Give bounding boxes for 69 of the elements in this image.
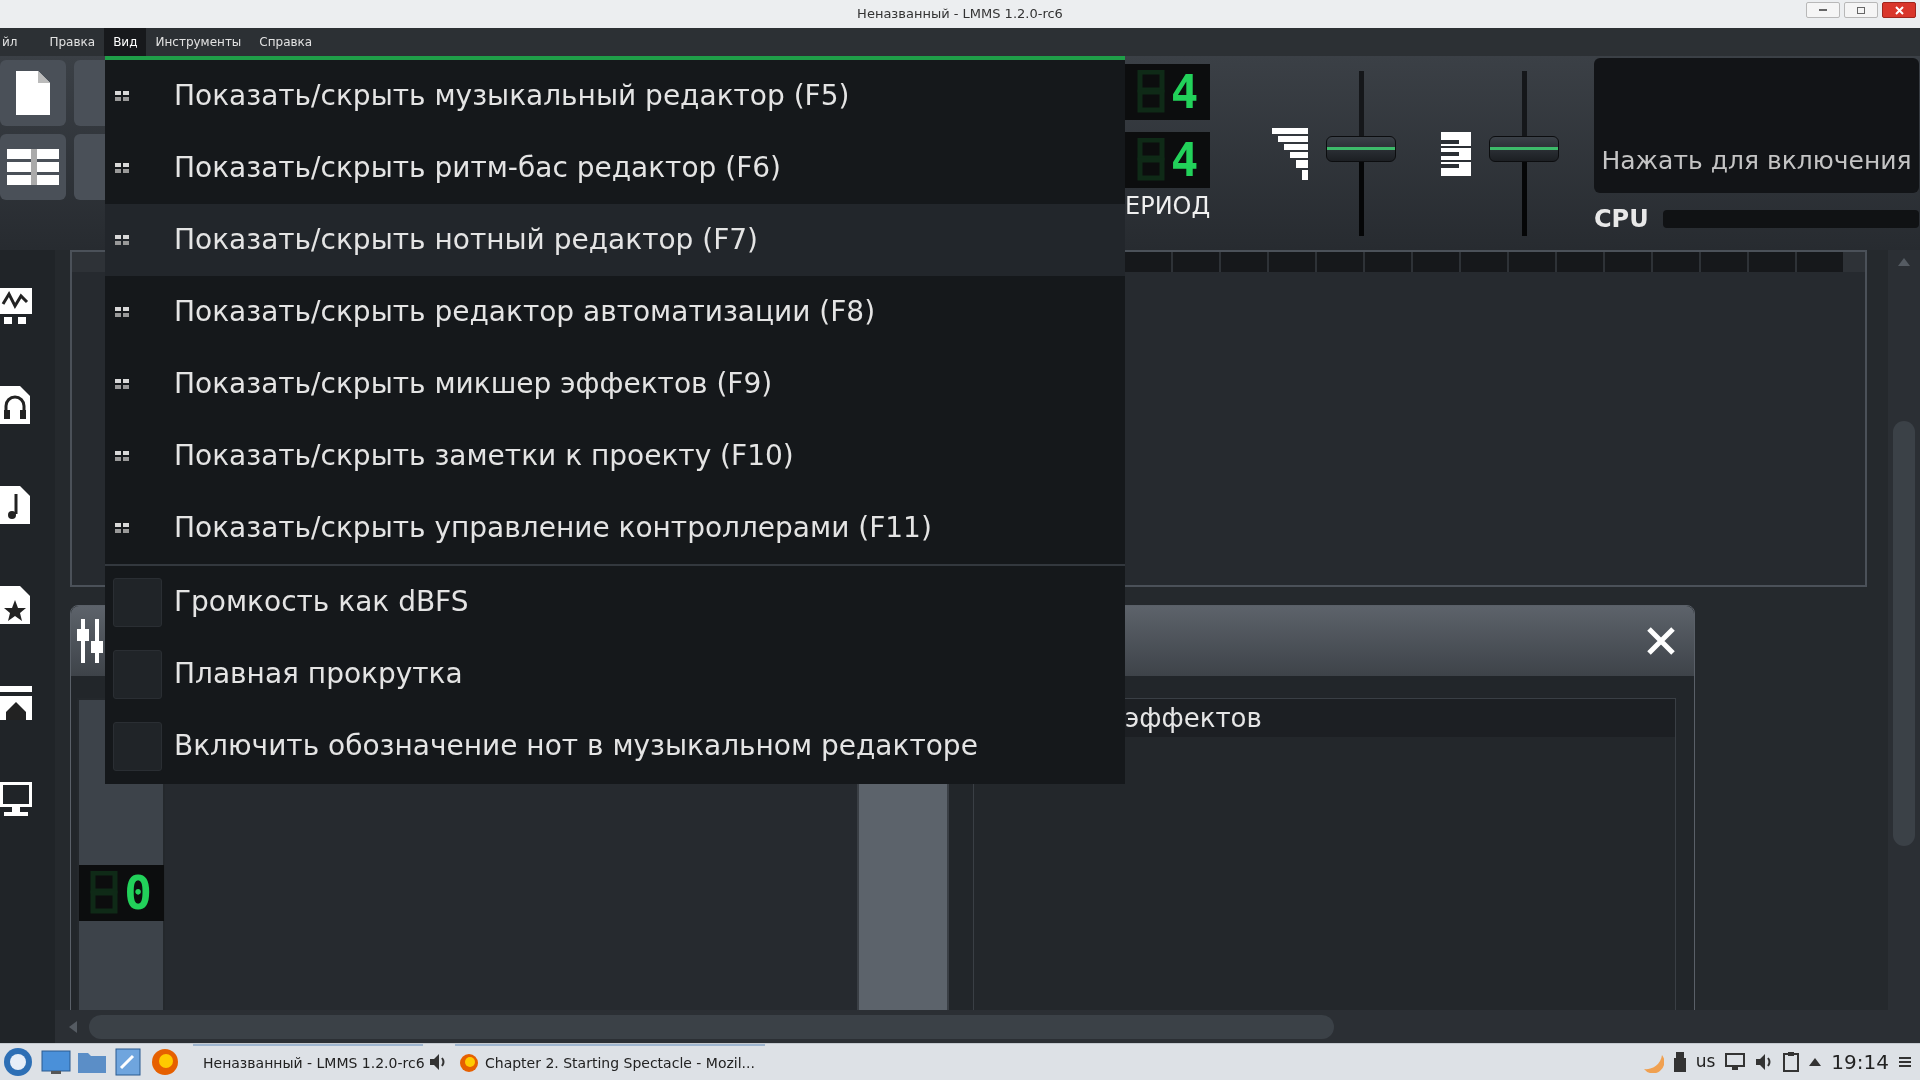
unlit-digit-icon xyxy=(1136,138,1165,182)
menu-item[interactable]: Показать/скрыть музыкальный редактор (F5) xyxy=(105,60,1125,132)
unlit-digit-icon xyxy=(90,871,119,915)
grid-icon xyxy=(115,91,129,101)
grid-icon xyxy=(115,451,129,461)
keyboard-layout[interactable]: us xyxy=(1695,1049,1716,1075)
menu-item[interactable]: Показать/скрыть микшер эффектов (F9) xyxy=(105,348,1125,420)
browser-icon xyxy=(459,1053,479,1073)
horizontal-scrollbar[interactable] xyxy=(55,1010,1920,1043)
browser-icon[interactable] xyxy=(151,1048,179,1076)
menu-item[interactable]: Правка xyxy=(40,28,105,56)
menu-item[interactable]: Плавная прокрутка xyxy=(105,638,1125,710)
usb-drive-icon[interactable] xyxy=(1673,1052,1686,1072)
menu-item[interactable]: Показать/скрыть ритм-бас редактор (F6) xyxy=(105,132,1125,204)
menu-icon[interactable] xyxy=(1899,1056,1911,1068)
monitor-icon xyxy=(0,782,32,816)
caret-up-icon[interactable] xyxy=(1809,1058,1822,1066)
monitor-icon[interactable] xyxy=(1725,1053,1746,1071)
enable-message: Нажать для включения xyxy=(1601,144,1912,177)
menu-item[interactable]: Показать/скрыть управление контроллерами (F11) xyxy=(105,492,1125,564)
vertical-scrollbar[interactable] xyxy=(1888,250,1920,1010)
fader-icon xyxy=(77,619,105,663)
grid-icon xyxy=(115,307,129,317)
lcd-label: ЕРИОД xyxy=(1125,194,1212,218)
lcd-display: 4 xyxy=(1125,64,1210,120)
desktop-icon[interactable] xyxy=(41,1049,71,1075)
clock: 19:14 xyxy=(1831,1049,1889,1076)
checkbox[interactable] xyxy=(113,721,162,771)
menu-item[interactable]: Вид xyxy=(104,28,147,56)
menu-item[interactable]: Справка xyxy=(250,28,322,56)
panel-header: эффектов xyxy=(1125,701,1262,735)
menu-item[interactable]: Показать/скрыть редактор автоматизации (F8) xyxy=(105,276,1125,348)
clipboard-icon[interactable] xyxy=(1783,1052,1800,1072)
grid-icon xyxy=(115,523,129,533)
menu-item[interactable]: Громкость как dBFS xyxy=(105,566,1125,638)
lcd-display: 4 xyxy=(1125,132,1210,188)
grid-icon xyxy=(115,163,129,173)
document-icon xyxy=(16,71,50,115)
restore-button[interactable] xyxy=(1844,2,1878,18)
slider-thumb[interactable] xyxy=(1489,135,1559,162)
menu-item[interactable]: Показать/скрыть заметки к проекту (F10) xyxy=(105,420,1125,492)
window-title: Неназванный - LMMS 1.2.0-rc6 xyxy=(857,5,1063,24)
close-icon xyxy=(1646,626,1676,656)
volume-icon xyxy=(1272,127,1308,180)
unlit-digit-icon xyxy=(1136,70,1165,114)
checkbox[interactable] xyxy=(113,577,162,627)
song-editor-button[interactable] xyxy=(0,134,66,200)
menu-item[interactable]: йл xyxy=(0,28,27,56)
menu-item[interactable]: Инструменты xyxy=(146,28,251,56)
slider-thumb[interactable] xyxy=(1326,135,1396,162)
grid-icon xyxy=(115,235,129,245)
menu-item[interactable]: Показать/скрыть нотный редактор (F7) xyxy=(105,204,1125,276)
lcd-display: 0 xyxy=(78,865,164,921)
checkbox[interactable] xyxy=(113,649,162,699)
piano-keys-icon xyxy=(1441,131,1471,176)
cpu-panel[interactable]: Нажать для включения xyxy=(1594,58,1919,193)
cpu-label: CPU xyxy=(1594,204,1649,235)
taskbar-button[interactable]: Неназванный - LMMS 1.2.0-rc6 xyxy=(193,1044,423,1080)
table-icon xyxy=(7,147,59,187)
minimize-button[interactable] xyxy=(1806,2,1840,18)
text-editor-icon[interactable] xyxy=(115,1048,141,1076)
speaker-icon[interactable] xyxy=(429,1053,447,1071)
grid-icon xyxy=(115,379,129,389)
start-menu-icon[interactable] xyxy=(3,1047,33,1077)
close-button[interactable] xyxy=(1882,2,1916,18)
new-file-button[interactable] xyxy=(0,60,66,126)
taskbar-button[interactable]: Chapter 2. Starting Spectacle - Mozil... xyxy=(455,1044,765,1080)
close-icon xyxy=(1894,5,1904,15)
menu-item[interactable]: Включить обозначение нот в музыкальном редакторе xyxy=(105,710,1125,782)
